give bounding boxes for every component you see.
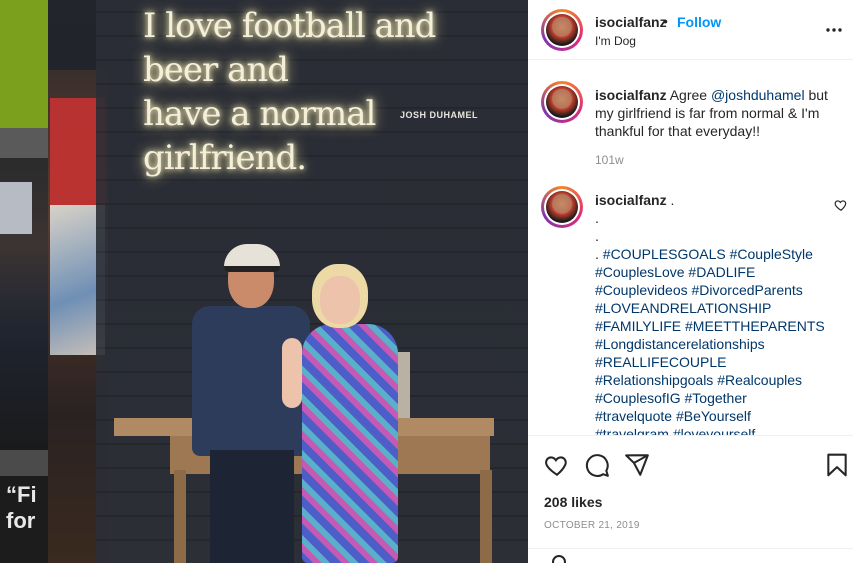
hashtag-link[interactable]: #REALLIFECOUPLE — [595, 354, 727, 370]
neon-line-1: I love football and beer and — [143, 6, 436, 90]
hashtag-link[interactable]: #DivorcedParents — [692, 282, 803, 298]
neon-line-2: have a normal girlfriend. — [143, 94, 376, 178]
caption-text: isocialfanz Agree @joshduhamel but my gi… — [595, 86, 835, 140]
hashtag-link[interactable]: #COUPLESGOALS — [603, 246, 726, 262]
hashtag-link[interactable]: #travelgram — [595, 426, 669, 435]
hashtag-link[interactable]: #loveyourself — [673, 426, 756, 435]
hashtag-link[interactable]: #Relationshipgoals — [595, 372, 713, 388]
comment-dot-line: . — [595, 228, 599, 244]
post-date[interactable]: OCTOBER 21, 2019 — [544, 520, 640, 531]
emoji-icon[interactable] — [552, 555, 566, 563]
share-icon[interactable] — [624, 452, 650, 478]
post-header: isocialfanz • Follow I'm Dog — [528, 0, 853, 60]
hashtag-link[interactable]: #CoupleStyle — [730, 246, 813, 262]
comment-icon[interactable] — [584, 452, 610, 478]
avatar-image — [546, 191, 578, 223]
man-cap — [224, 244, 280, 272]
woman-dress — [302, 324, 398, 563]
background-image-green — [0, 0, 48, 128]
comment-username[interactable]: isocialfanz — [595, 192, 667, 208]
hashtag-link[interactable]: #DADLIFE — [688, 264, 755, 280]
caption-text-before: Agree — [666, 87, 711, 103]
caption-username[interactable]: isocialfanz — [595, 87, 667, 103]
avatar[interactable] — [541, 81, 583, 123]
heart-icon[interactable] — [544, 452, 570, 478]
caption-timestamp[interactable]: 101w — [595, 153, 624, 167]
avatar-image — [546, 14, 578, 46]
post-actions: 208 likes OCTOBER 21, 2019 — [528, 435, 853, 563]
background-quote-text: “Fi for — [6, 482, 37, 533]
background-divider — [0, 450, 48, 476]
post-side-panel: isocialfanz • Follow I'm Dog isocialfanz… — [528, 0, 853, 563]
comments-list[interactable]: isocialfanz Agree @joshduhamel but my gi… — [528, 61, 853, 435]
comment-first-line: . — [666, 192, 675, 208]
hashtag-link[interactable]: #LOVEANDRELATIONSHIP — [595, 300, 771, 316]
bookmark-icon[interactable] — [824, 452, 850, 478]
caption-mention[interactable]: @joshduhamel — [711, 87, 805, 103]
post-photo[interactable]: I love football and beer and have a norm… — [48, 0, 528, 563]
woman-face — [320, 276, 360, 324]
avatar[interactable] — [541, 9, 583, 51]
hashtag-link[interactable]: #Together — [685, 390, 747, 406]
photo-table-leg — [480, 470, 492, 563]
hashtag-link[interactable]: #travelquote — [595, 408, 672, 424]
add-comment-bar[interactable] — [528, 548, 853, 563]
avatar-image — [546, 86, 578, 118]
header-separator: • — [663, 13, 668, 29]
neon-author: JOSH DUHAMEL — [400, 110, 479, 120]
hashtag-link[interactable]: #FAMILYLIFE — [595, 318, 681, 334]
comment-dot-line: . — [595, 210, 599, 226]
hashtag-link[interactable]: #CouplesLove — [595, 264, 685, 280]
hashtag-link[interactable]: #Realcouples — [717, 372, 802, 388]
comment-like-heart-icon[interactable] — [834, 198, 848, 212]
hashtag-link[interactable]: #MEETTHEPARENTS — [685, 318, 825, 334]
woman-arm — [282, 338, 302, 408]
hashtag-link[interactable]: #Couplevideos — [595, 282, 688, 298]
neon-sign: I love football and beer and have a norm… — [143, 4, 473, 180]
man-jeans — [210, 450, 294, 563]
hashtag-link[interactable]: #Longdistancerelationships — [595, 336, 765, 352]
follow-button[interactable]: Follow — [677, 14, 721, 30]
background-divider — [0, 128, 48, 158]
more-options-icon[interactable] — [826, 18, 842, 42]
photo-table-leg — [174, 470, 186, 563]
comment-text: isocialfanz . . . . #COUPLESGOALS #Coupl… — [595, 191, 835, 435]
likes-count[interactable]: 208 likes — [544, 494, 602, 510]
hashtag-link[interactable]: #BeYourself — [676, 408, 751, 424]
hashtag-link[interactable]: #CouplesofIG — [595, 390, 681, 406]
background-page: “Fi for — [0, 0, 48, 563]
avatar[interactable] — [541, 186, 583, 228]
photo-woman — [282, 258, 408, 563]
header-username[interactable]: isocialfanz — [595, 14, 667, 30]
background-sign — [0, 182, 32, 234]
comment-dot-prefix: . — [595, 246, 603, 262]
header-subtitle[interactable]: I'm Dog — [595, 34, 636, 48]
